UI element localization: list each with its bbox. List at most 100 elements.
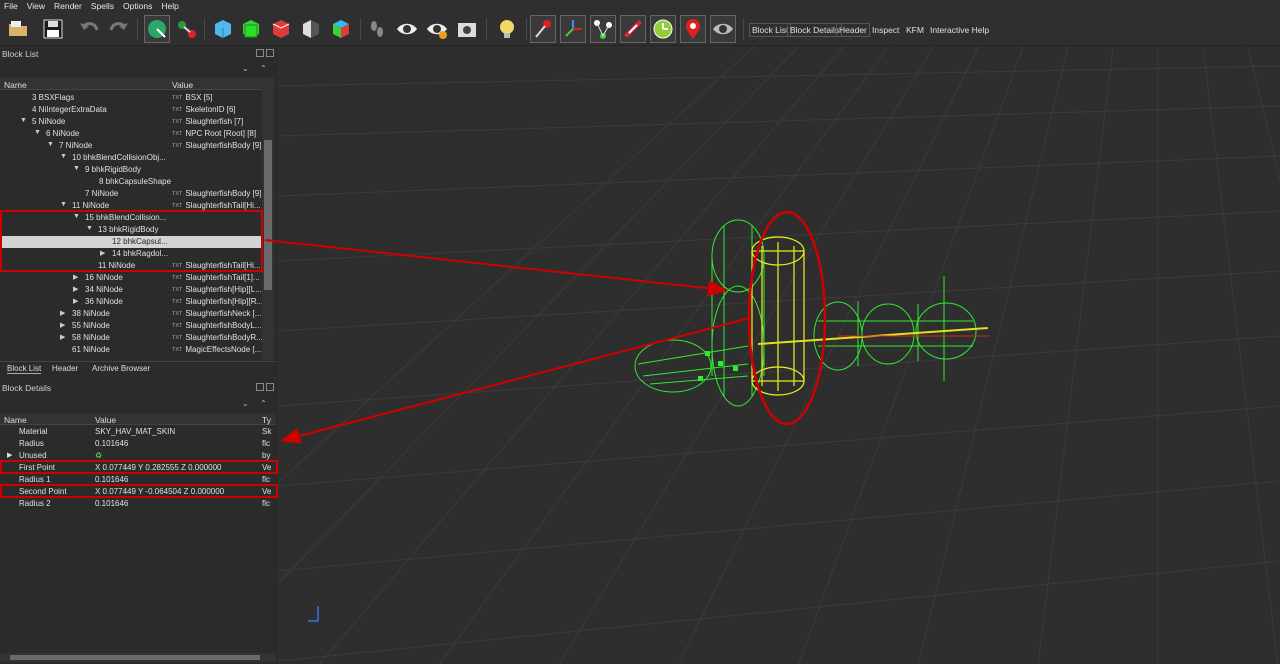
tree-row[interactable]: ▼ 7 NiNode TXT SlaughterfishBody [9] — [0, 140, 262, 152]
tree-row[interactable]: ▶ 55 NiNode TXT SlaughterfishBodyL... — [0, 320, 262, 332]
menu-help[interactable]: Help — [161, 1, 178, 11]
tree-row[interactable]: ▼ 6 NiNode TXT NPC Root [Root] [8] — [0, 128, 262, 140]
footprint-icon[interactable] — [364, 15, 390, 43]
details-hscrollbar[interactable] — [0, 653, 276, 662]
tree-row[interactable]: 4 NiIntegerExtraData TXT SkeletonID [6] — [0, 104, 262, 116]
bulb-icon[interactable] — [494, 15, 520, 43]
panel-buttons — [256, 49, 274, 57]
tab-archive-browser[interactable]: Archive Browser — [92, 364, 150, 373]
tree-row[interactable]: ▶ 16 NiNode TXT SlaughterfishTail[1]... — [0, 272, 262, 284]
close-icon[interactable] — [266, 383, 274, 391]
open-folder-icon[interactable] — [6, 15, 32, 43]
nodes-icon[interactable] — [590, 15, 616, 43]
expand-right-icon[interactable]: ▶ — [7, 451, 12, 459]
float-icon[interactable] — [256, 49, 264, 57]
tree-row[interactable]: 7 NiNode TXT SlaughterfishBody [9] — [0, 188, 262, 200]
expand-down-icon[interactable]: ▼ — [60, 153, 67, 160]
expand-down-icon[interactable]: ▼ — [60, 201, 67, 208]
tree-highlight-box — [0, 210, 263, 272]
chevron-down-icon[interactable]: ⌄ — [242, 64, 249, 73]
undo-icon[interactable] — [76, 15, 102, 43]
menu-options[interactable]: Options — [123, 1, 152, 11]
tree-row[interactable]: 3 BSXFlags TXT BSX [5] — [0, 92, 262, 104]
chevron-down-icon[interactable]: ⌄ — [242, 399, 249, 408]
block-list-header: Name Value — [0, 78, 262, 90]
cube-color-icon[interactable] — [328, 15, 354, 43]
green-collision-wireframe — [634, 219, 977, 407]
col-type[interactable]: Ty — [262, 415, 271, 425]
expand-down-icon[interactable]: ▼ — [20, 117, 27, 124]
3d-viewport[interactable] — [79, 5, 1280, 664]
tree-row[interactable]: ▶ 38 NiNode TXT SlaughterfishNeck [... — [0, 308, 262, 320]
tab-interactive-help[interactable]: Interactive Help — [930, 25, 989, 35]
tree-row[interactable]: 8 bhkCapsuleShape — [0, 176, 262, 188]
detail-row[interactable]: Radius 0.101646 flc — [0, 438, 276, 450]
text-icon: TXT — [172, 119, 183, 125]
cube-blue-icon[interactable] — [210, 15, 236, 43]
tree-row[interactable]: ▶ 36 NiNode TXT Slaughterfish[Hip][R... — [0, 296, 262, 308]
camera-icon[interactable] — [454, 15, 480, 43]
expand-down-icon[interactable]: ▼ — [34, 129, 41, 136]
text-icon: TXT — [172, 299, 183, 305]
col-name[interactable]: Name — [4, 415, 27, 425]
detail-row[interactable]: Radius 2 0.101646 flc — [0, 498, 276, 510]
expand-right-icon[interactable]: ▶ — [60, 333, 65, 341]
toolbar: Block List Block Details Header Inspect … — [0, 12, 1280, 46]
tree-row[interactable]: ▼ 5 NiNode TXT Slaughterfish [7] — [0, 116, 262, 128]
tab-header[interactable]: Header — [836, 23, 870, 37]
half-shade-icon[interactable] — [298, 15, 324, 43]
tree-row[interactable]: 61 NiNode TXT MagicEffectsNode [... — [0, 344, 262, 356]
scrollbar-thumb[interactable] — [264, 140, 272, 290]
clock-icon[interactable] — [650, 15, 676, 43]
tree-row[interactable]: ▼ 9 bhkRigidBody — [0, 164, 262, 176]
cube-green-icon[interactable] — [238, 15, 264, 43]
menu-file[interactable]: File — [4, 1, 18, 11]
block-details-header: Name Value Ty — [0, 413, 276, 425]
save-icon[interactable] — [40, 15, 66, 43]
expand-right-icon[interactable]: ▶ — [60, 321, 65, 329]
tree-row[interactable]: ▶ 34 NiNode TXT Slaughterfish[Hip][L... — [0, 284, 262, 296]
stripe-icon[interactable] — [620, 15, 646, 43]
redo-icon[interactable] — [106, 15, 132, 43]
eye-icon[interactable] — [394, 15, 420, 43]
expand-down-icon[interactable]: ▼ — [73, 165, 80, 172]
chevron-up-icon[interactable]: ⌃ — [260, 399, 267, 408]
chevron-up-icon[interactable]: ⌃ — [260, 64, 267, 73]
select-object-icon[interactable] — [144, 15, 170, 43]
tab-block-list[interactable]: Block List — [749, 23, 792, 37]
text-icon: TXT — [172, 107, 183, 113]
block-list-scrollbar[interactable] — [262, 78, 274, 360]
menu-spells[interactable]: Spells — [91, 1, 114, 11]
cube-red-icon[interactable] — [268, 15, 294, 43]
tab-block-details[interactable]: Block Details — [787, 23, 843, 37]
panel-buttons — [256, 383, 274, 391]
marker-icon[interactable] — [680, 15, 706, 43]
tab-inspect[interactable]: Inspect — [872, 25, 899, 35]
tree-row[interactable]: ▶ 58 NiNode TXT SlaughterfishBodyR... — [0, 332, 262, 344]
close-icon[interactable] — [266, 49, 274, 57]
eye-alt-icon[interactable] — [424, 15, 450, 43]
detail-row[interactable]: Material SKY_HAV_MAT_SKIN Sk — [0, 426, 276, 438]
tab-kfm[interactable]: KFM — [906, 25, 924, 35]
expand-right-icon[interactable]: ▶ — [73, 297, 78, 305]
scrollbar-thumb[interactable] — [10, 655, 260, 660]
col-name[interactable]: Name — [4, 80, 27, 90]
menu-render[interactable]: Render — [54, 1, 82, 11]
col-value[interactable]: Value — [95, 415, 116, 425]
text-icon: TXT — [172, 335, 183, 341]
tab-block-list-bottom[interactable]: Block List — [7, 364, 42, 374]
connect-icon[interactable] — [174, 15, 200, 43]
text-icon: TXT — [172, 95, 183, 101]
expand-right-icon[interactable]: ▶ — [73, 273, 78, 281]
expand-right-icon[interactable]: ▶ — [60, 309, 65, 317]
expand-right-icon[interactable]: ▶ — [73, 285, 78, 293]
tree-row[interactable]: ▼ 10 bhkBlendCollisionObj... — [0, 152, 262, 164]
eye-hide-icon[interactable] — [710, 15, 736, 43]
pin-icon[interactable] — [530, 15, 556, 43]
float-icon[interactable] — [256, 383, 264, 391]
axes-icon[interactable] — [560, 15, 586, 43]
expand-down-icon[interactable]: ▼ — [47, 141, 54, 148]
col-value[interactable]: Value — [172, 80, 193, 90]
tab-header-bottom[interactable]: Header — [52, 364, 78, 373]
menu-view[interactable]: View — [27, 1, 45, 11]
